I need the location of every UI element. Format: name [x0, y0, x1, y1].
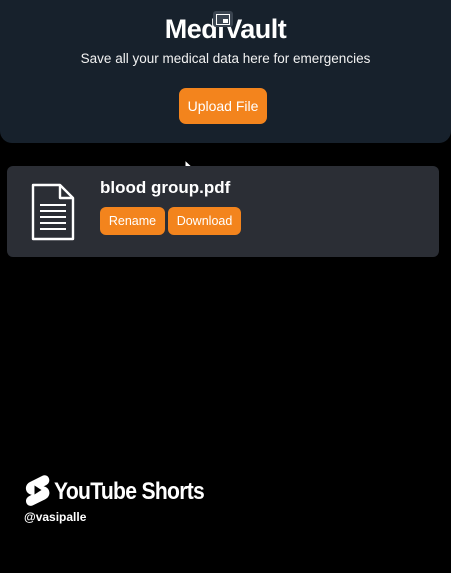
- youtube-shorts-wordmark: YouTube Shorts: [54, 478, 205, 505]
- tagline: Save all your medical data here for emer…: [80, 51, 371, 66]
- channel-handle: @vasipalle: [24, 510, 87, 524]
- youtube-shorts-icon: [25, 475, 50, 506]
- page: MediVault Save all your medical data her…: [0, 0, 451, 573]
- file-name: blood group.pdf: [100, 178, 231, 197]
- file-card: blood group.pdf Rename Download: [7, 166, 439, 257]
- header-panel: MediVault Save all your medical data her…: [0, 0, 451, 143]
- upload-file-button[interactable]: Upload File: [179, 88, 267, 124]
- download-button[interactable]: Download: [168, 207, 241, 235]
- rename-button[interactable]: Rename: [100, 207, 165, 235]
- document-icon: [31, 183, 75, 241]
- picture-in-picture-icon[interactable]: [213, 11, 233, 27]
